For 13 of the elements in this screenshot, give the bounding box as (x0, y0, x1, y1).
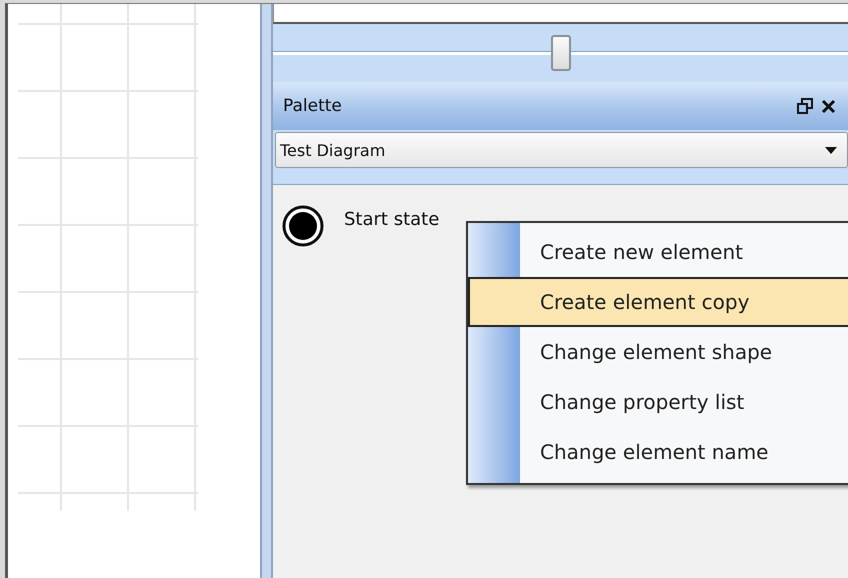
menu-item[interactable]: Create element copy (468, 277, 848, 327)
slider-thumb[interactable] (550, 35, 570, 71)
close-icon[interactable] (821, 98, 836, 114)
diagram-dropdown[interactable]: Test Diagram (275, 132, 848, 168)
menu-item[interactable]: Change element shape (468, 327, 848, 377)
restore-icon[interactable] (797, 98, 813, 114)
start-state-icon[interactable] (282, 205, 324, 247)
palette-title: Palette (283, 96, 342, 116)
menu-item[interactable]: Change property list (468, 377, 848, 427)
menu-item[interactable]: Create new element (468, 227, 848, 277)
dropdown-arrow-icon (825, 146, 837, 154)
palette-item-label[interactable]: Start state (344, 208, 440, 230)
menu-item[interactable]: Change element name (468, 427, 848, 477)
